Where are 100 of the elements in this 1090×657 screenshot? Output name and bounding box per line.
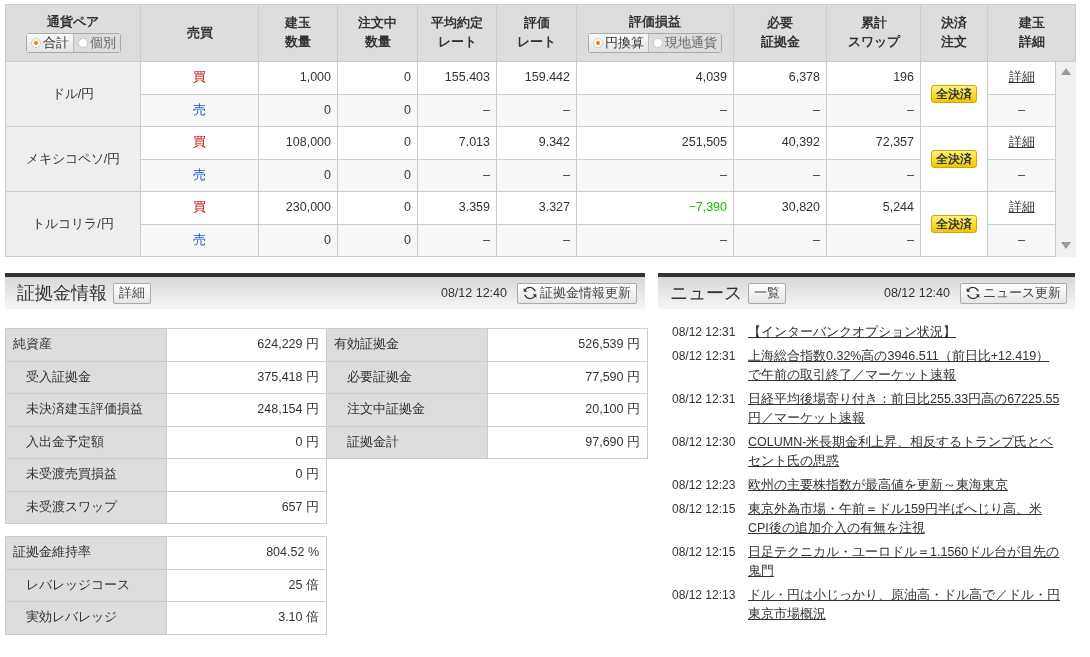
table-cell: – [720, 167, 727, 182]
row-value: 526,539 円 [578, 337, 640, 352]
news-link[interactable]: 東京外為市場・午前＝ドル159円半ばへじり高、米CPI後の追加介入の有無を注視 [748, 500, 1060, 538]
panel-title: 証拠金情報 [17, 281, 107, 305]
news-time: 08/12 12:31 [671, 391, 737, 408]
radio-option[interactable]: 円換算 [589, 34, 648, 53]
table-cell: 159.442 [524, 70, 570, 85]
table-cell: 4,039 [695, 70, 727, 85]
column-header: 評価損益 [629, 12, 681, 31]
detail-link[interactable]: 詳細 [1008, 70, 1035, 85]
table-cell: 0 [404, 70, 411, 85]
table-cell: 6,378 [788, 70, 820, 85]
table-cell: 5,244 [882, 200, 914, 215]
column-header: 平均約定 レート [431, 15, 483, 49]
detail-button[interactable]: 詳細 [113, 282, 151, 304]
row-value: 3.10 倍 [278, 610, 319, 625]
radio-option[interactable]: 合計 [26, 34, 73, 53]
column-header: 必要 証拠金 [760, 15, 800, 49]
news-link[interactable]: 【インターバンクオプション状況】 [748, 323, 1060, 342]
table-cell: 251,505 [681, 135, 727, 150]
timestamp: 08/12 12:40 [883, 284, 950, 302]
news-time: 08/12 12:31 [671, 324, 737, 341]
table-cell: 0 [404, 135, 411, 150]
radio-option[interactable]: 現地通貨 [648, 34, 721, 53]
row-value: 375,418 円 [257, 369, 319, 384]
row-label: 未決済建玉評価損益 [26, 402, 143, 417]
table-cell: – [907, 232, 914, 247]
news-time: 08/12 12:15 [671, 501, 737, 518]
detail-link[interactable]: 詳細 [1008, 200, 1035, 215]
row-label: レバレッジコース [26, 577, 130, 592]
currency-pair: トルコリラ/円 [32, 216, 114, 231]
refresh-icon [966, 286, 980, 300]
table-cell: 1,000 [299, 70, 331, 85]
table-cell: – [1018, 232, 1025, 247]
column-header: 決済 注文 [941, 15, 967, 49]
table-cell: 196 [893, 70, 914, 85]
currency-pair: メキシコペソ/円 [25, 151, 121, 166]
table-cell: – [813, 102, 820, 117]
table-cell: 3.359 [458, 200, 490, 215]
settle-all-button[interactable]: 全決済 [931, 84, 977, 103]
table-cell: – [1018, 102, 1025, 117]
row-value: 20,100 円 [585, 402, 640, 417]
row-value: 657 円 [281, 499, 319, 514]
refresh-button[interactable]: ニュース更新 [960, 282, 1067, 304]
table-cell: – [1018, 167, 1025, 182]
row-value: 77,590 円 [585, 369, 640, 384]
news-link[interactable]: ドル・円は小じっかり、原油高・ドル高で／ドル・円東京市場概況 [748, 586, 1060, 624]
column-header: 建玉 詳細 [1018, 15, 1045, 49]
row-value: 0 円 [295, 467, 319, 482]
list-button[interactable]: 一覧 [748, 282, 786, 304]
refresh-icon [523, 286, 537, 300]
row-label: 必要証拠金 [347, 369, 412, 384]
news-link[interactable]: COLUMN-米長期金利上昇、相反するトランプ氏とベセント氏の思惑 [748, 433, 1060, 471]
settle-all-button[interactable]: 全決済 [931, 214, 977, 233]
table-cell: – [563, 232, 570, 247]
radio-option[interactable]: 個別 [72, 34, 120, 53]
news-time: 08/12 12:23 [671, 477, 737, 494]
table-cell: – [720, 102, 727, 117]
news-time: 08/12 12:15 [671, 544, 737, 561]
column-header: 建玉 数量 [285, 15, 311, 49]
news-link[interactable]: 日足テクニカル・ユーロドル＝1.1560ドル台が目先の鬼門 [748, 543, 1060, 581]
table-cell: 40,392 [781, 135, 820, 150]
table-cell: 0 [404, 200, 411, 215]
column-header: 注文中 数量 [358, 15, 397, 49]
row-label: 入出金予定額 [26, 434, 104, 449]
table-cell: – [563, 102, 570, 117]
table-cell: 155.403 [444, 70, 490, 85]
side-label: 買 [193, 135, 206, 150]
scroll-down-icon[interactable] [1060, 242, 1071, 249]
table-cell: – [483, 102, 490, 117]
news-time: 08/12 12:30 [671, 434, 737, 451]
row-label: 注文中証拠金 [347, 402, 425, 417]
side-label: 売 [193, 167, 206, 182]
table-cell: 7.013 [458, 135, 490, 150]
side-label: 売 [193, 232, 206, 247]
table-cell: – [483, 232, 490, 247]
table-cell: 0 [404, 167, 411, 182]
side-label: 買 [193, 70, 206, 85]
currency-pair: ドル/円 [51, 86, 95, 101]
column-header: 通貨ペア [47, 12, 99, 31]
row-label: 未受渡売買損益 [26, 467, 117, 482]
table-cell: 3.327 [538, 200, 570, 215]
table-cell: – [907, 102, 914, 117]
scroll-up-icon[interactable] [1060, 68, 1071, 75]
row-value: 248,154 円 [257, 402, 319, 417]
detail-link[interactable]: 詳細 [1008, 135, 1035, 150]
table-cell: – [813, 232, 820, 247]
table-cell: 30,820 [781, 200, 820, 215]
row-label: 未受渡スワップ [26, 499, 117, 514]
row-value: 804.52 % [266, 545, 319, 560]
row-label: 純資産 [13, 337, 52, 352]
table-cell: 0 [324, 167, 331, 182]
news-link[interactable]: 日経平均後場寄り付き：前日比255.33円高の67225.55円／マーケット速報 [748, 390, 1060, 428]
settle-all-button[interactable]: 全決済 [931, 149, 977, 168]
table-cell: 108,000 [285, 135, 331, 150]
refresh-button[interactable]: 証拠金情報更新 [517, 282, 637, 304]
table-cell: – [907, 167, 914, 182]
table-cell: 0 [404, 232, 411, 247]
news-link[interactable]: 欧州の主要株指数が最高値を更新～東海東京 [748, 476, 1060, 495]
news-link[interactable]: 上海総合指数0.32%高の3946.511（前日比+12.419）で午前の取引終了／マーケット速報 [748, 347, 1060, 385]
